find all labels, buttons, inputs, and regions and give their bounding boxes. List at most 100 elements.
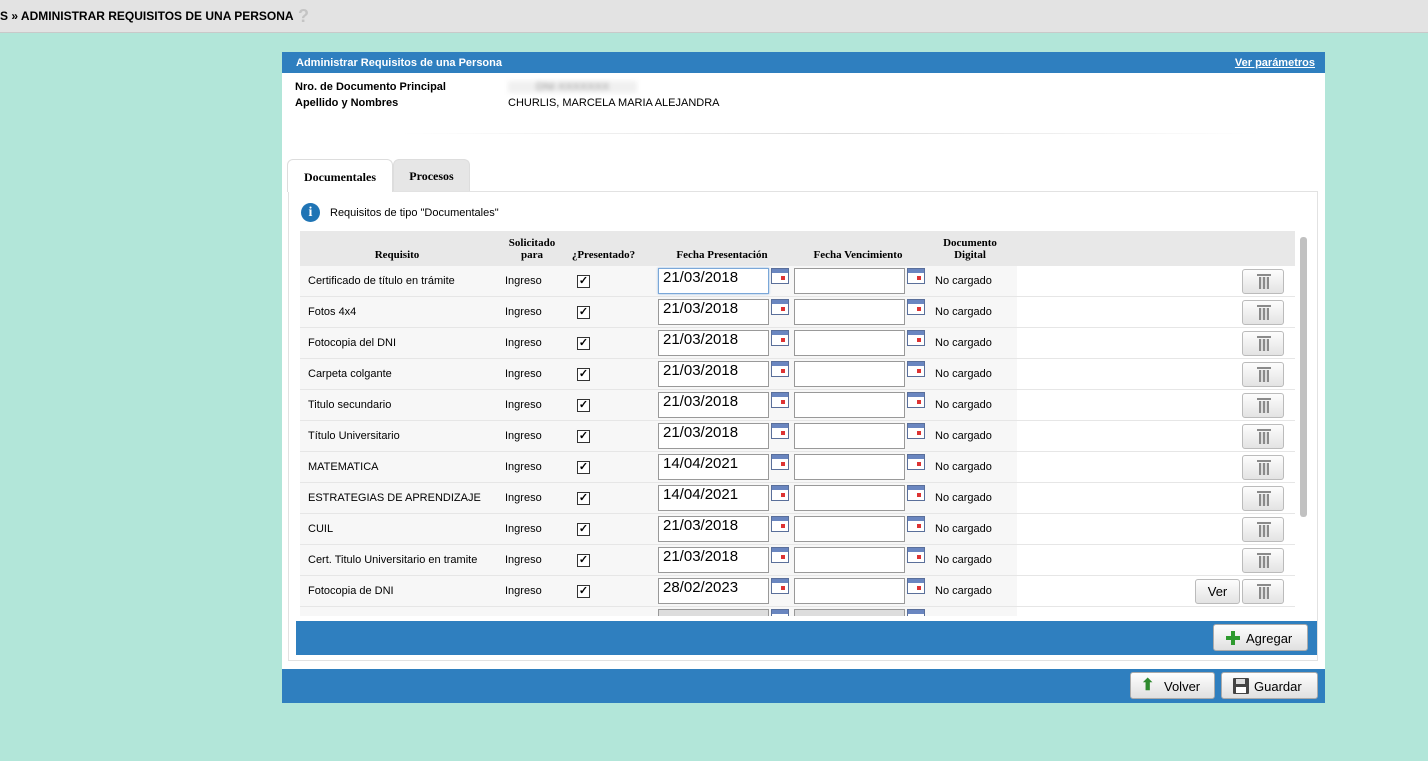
fecha-presentacion-input[interactable]: 21/03/2018 bbox=[658, 330, 769, 356]
fecha-presentacion-input[interactable]: 14/04/2021 bbox=[658, 485, 769, 511]
calendar-icon[interactable] bbox=[907, 423, 925, 439]
calendar-icon[interactable] bbox=[771, 423, 789, 439]
delete-button[interactable] bbox=[1242, 362, 1284, 387]
ver-button[interactable]: Ver bbox=[1195, 579, 1240, 604]
fecha-presentacion-input[interactable]: 14/04/2021 bbox=[658, 454, 769, 480]
table-row: Fotocopia de DNI Ingreso ✓ 28/02/2023 No car… bbox=[300, 576, 1295, 607]
fecha-presentacion-input[interactable]: 21/03/2018 bbox=[658, 516, 769, 542]
documento-digital-cell: No cargado bbox=[935, 492, 992, 504]
presentado-checkbox[interactable]: ✓ bbox=[577, 492, 590, 505]
trash-icon bbox=[1257, 336, 1271, 351]
requisito-cell: Fotos 4x4 bbox=[308, 306, 357, 318]
question-icon[interactable]: ? bbox=[298, 7, 312, 25]
table-row: Fotos 4x4 Ingreso ✓ 21/03/2018 No cargado bbox=[300, 297, 1295, 328]
fecha-vencimiento-input[interactable] bbox=[794, 485, 905, 511]
requisito-cell: Cert. Titulo Universitario en tramite bbox=[308, 554, 478, 566]
presentado-checkbox[interactable]: ✓ bbox=[577, 585, 590, 598]
fecha-presentacion-input[interactable]: 21/03/2018 bbox=[658, 268, 769, 294]
fecha-presentacion-input[interactable]: 21/03/2018 bbox=[658, 299, 769, 325]
documento-digital-cell: No cargado bbox=[935, 275, 992, 287]
delete-button[interactable] bbox=[1242, 424, 1284, 449]
calendar-icon[interactable] bbox=[771, 578, 789, 594]
fecha-vencimiento-input[interactable] bbox=[794, 423, 905, 449]
table-row: Certificado de título en trámite Ingreso ✓… bbox=[300, 266, 1295, 297]
delete-button[interactable] bbox=[1242, 486, 1284, 511]
documento-digital-cell: No cargado bbox=[935, 399, 992, 411]
tab-procesos[interactable]: Procesos bbox=[393, 159, 470, 191]
fecha-presentacion-input[interactable]: 21/03/2018 bbox=[658, 547, 769, 573]
fecha-vencimiento-input[interactable] bbox=[794, 268, 905, 294]
fecha-presentacion-input[interactable]: 21/03/2018 bbox=[658, 392, 769, 418]
fecha-vencimiento-input[interactable] bbox=[794, 454, 905, 480]
calendar-icon[interactable] bbox=[907, 547, 925, 563]
fecha-vencimiento-input[interactable] bbox=[794, 361, 905, 387]
trash-icon bbox=[1257, 398, 1271, 413]
delete-button[interactable] bbox=[1242, 455, 1284, 480]
delete-button[interactable] bbox=[1242, 300, 1284, 325]
fecha-presentacion-input[interactable]: 21/03/2018 bbox=[658, 361, 769, 387]
calendar-icon[interactable] bbox=[771, 609, 789, 616]
fecha-vencimiento-input[interactable] bbox=[794, 578, 905, 604]
presentado-checkbox[interactable]: ✓ bbox=[577, 523, 590, 536]
trash-icon bbox=[1257, 305, 1271, 320]
calendar-icon[interactable] bbox=[771, 454, 789, 470]
calendar-icon[interactable] bbox=[771, 361, 789, 377]
volver-button[interactable]: ⬆ Volver bbox=[1130, 672, 1215, 699]
plus-icon bbox=[1226, 631, 1240, 645]
calendar-icon[interactable] bbox=[771, 485, 789, 501]
presentado-checkbox[interactable]: ✓ bbox=[577, 368, 590, 381]
calendar-icon[interactable] bbox=[907, 361, 925, 377]
presentado-checkbox[interactable]: ✓ bbox=[577, 337, 590, 350]
presentado-checkbox[interactable]: ✓ bbox=[577, 554, 590, 567]
page-title: ADMINISTRAR REQUISITOS DE UNA PERSONA bbox=[20, 9, 294, 23]
calendar-icon[interactable] bbox=[907, 268, 925, 284]
calendar-icon[interactable] bbox=[907, 485, 925, 501]
fecha-vencimiento-input[interactable] bbox=[794, 516, 905, 542]
calendar-icon[interactable] bbox=[907, 392, 925, 408]
volver-label: Volver bbox=[1164, 679, 1201, 694]
trash-icon bbox=[1257, 491, 1271, 506]
fecha-vencimiento-input[interactable] bbox=[794, 330, 905, 356]
calendar-icon[interactable] bbox=[907, 299, 925, 315]
calendar-icon[interactable] bbox=[771, 516, 789, 532]
calendar-icon[interactable] bbox=[907, 454, 925, 470]
fecha-vencimiento-input[interactable] bbox=[794, 392, 905, 418]
presentado-checkbox[interactable]: ✓ bbox=[577, 461, 590, 474]
agregar-button[interactable]: Agregar bbox=[1213, 624, 1308, 651]
delete-button[interactable] bbox=[1242, 331, 1284, 356]
calendar-icon[interactable] bbox=[771, 330, 789, 346]
presentado-checkbox[interactable]: ✓ bbox=[577, 399, 590, 412]
calendar-icon[interactable] bbox=[771, 392, 789, 408]
fecha-presentacion-input[interactable] bbox=[658, 609, 769, 616]
breadcrumb-prefix[interactable]: S » bbox=[0, 9, 18, 23]
delete-button[interactable] bbox=[1242, 517, 1284, 542]
delete-button[interactable] bbox=[1242, 269, 1284, 294]
trash-icon bbox=[1257, 367, 1271, 382]
calendar-icon[interactable] bbox=[907, 330, 925, 346]
ver-parametros-link[interactable]: Ver parámetros bbox=[1235, 57, 1315, 69]
table-scrollbar[interactable] bbox=[1300, 237, 1307, 517]
presentado-checkbox[interactable]: ✓ bbox=[577, 275, 590, 288]
calendar-icon[interactable] bbox=[907, 516, 925, 532]
tab-documentales[interactable]: Documentales bbox=[287, 159, 393, 192]
calendar-icon[interactable] bbox=[771, 299, 789, 315]
fecha-vencimiento-input[interactable] bbox=[794, 299, 905, 325]
solicitado-cell: Ingreso bbox=[505, 430, 542, 442]
table-row: Titulo secundario Ingreso ✓ 21/03/2018 No ca… bbox=[300, 390, 1295, 421]
fecha-vencimiento-input[interactable] bbox=[794, 609, 905, 616]
calendar-icon[interactable] bbox=[907, 609, 925, 616]
delete-button[interactable] bbox=[1242, 548, 1284, 573]
guardar-button[interactable]: Guardar bbox=[1221, 672, 1318, 699]
fecha-vencimiento-input[interactable] bbox=[794, 547, 905, 573]
fecha-presentacion-input[interactable]: 28/02/2023 bbox=[658, 578, 769, 604]
trash-icon bbox=[1257, 460, 1271, 475]
calendar-icon[interactable] bbox=[771, 268, 789, 284]
table-row: Carpeta colgante Ingreso ✓ 21/03/2018 No car… bbox=[300, 359, 1295, 390]
presentado-checkbox[interactable]: ✓ bbox=[577, 306, 590, 319]
fecha-presentacion-input[interactable]: 21/03/2018 bbox=[658, 423, 769, 449]
calendar-icon[interactable] bbox=[907, 578, 925, 594]
delete-button[interactable] bbox=[1242, 579, 1284, 604]
calendar-icon[interactable] bbox=[771, 547, 789, 563]
delete-button[interactable] bbox=[1242, 393, 1284, 418]
presentado-checkbox[interactable]: ✓ bbox=[577, 430, 590, 443]
